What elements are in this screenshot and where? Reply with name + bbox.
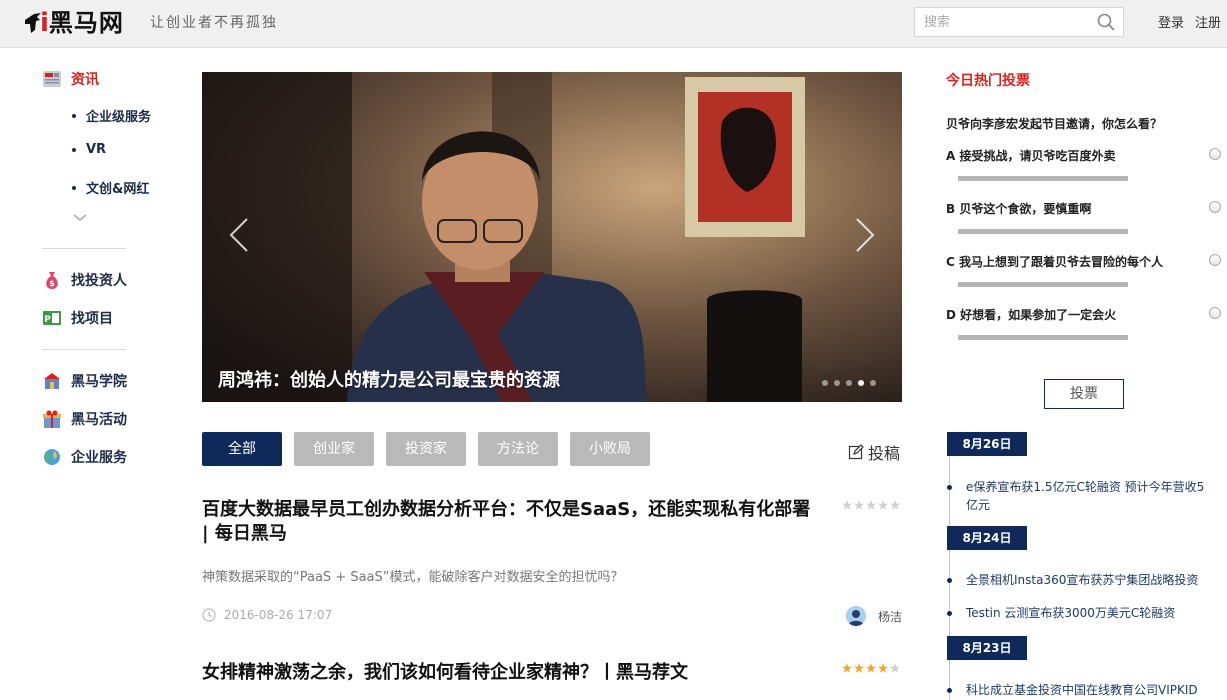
article-desc: 神策数据采取的“PaaS + SaaS”模式，能破除客户对数据安全的担忧吗？ [202,570,624,585]
sidebar-item-label: 找项目 [71,311,113,327]
carousel-next-icon[interactable] [854,217,876,253]
vote-radio-c[interactable] [1209,254,1221,266]
carousel-dot[interactable] [846,380,852,386]
vote-submit-button[interactable]: 投票 [1044,379,1124,409]
banner-caption[interactable]: 周鸿祎：创始人的精力是公司最宝贵的资源 [218,366,560,392]
carousel-dot[interactable] [870,380,876,386]
carousel-prev-icon[interactable] [228,217,250,253]
star-empty-icon [890,663,900,673]
timeline-date: 8月23日 [947,636,1027,660]
sidebar-item-label: 找投资人 [71,273,127,289]
chevron-down-icon[interactable] [73,214,87,222]
vote-option-d[interactable]: D 好想看，如果参加了一定会火 [946,306,1116,323]
vote-heading: 今日热门投票 [946,73,1030,89]
timeline-news-item[interactable]: 全景相机Insta360宣布获苏宁集团战略投资 [947,571,1206,589]
carousel-dots [822,380,876,386]
submit-post-label: 投稿 [868,444,901,463]
sidebar-item-enterprise-service[interactable]: 企业服务 [42,447,127,467]
gift-icon [43,410,61,428]
tab-investor[interactable]: 投资家 [386,432,466,466]
project-icon: P [43,311,61,325]
hero-carousel[interactable]: 周鸿祎：创始人的精力是公司最宝贵的资源 [202,72,902,402]
carousel-dot[interactable] [834,380,840,386]
sidebar-item-events[interactable]: 黑马活动 [42,409,127,429]
author-name: 杨洁 [878,609,903,624]
sidebar-item-investors[interactable]: $ 找投资人 [42,270,127,290]
sidebar-item-label: 黑马学院 [71,374,127,390]
money-bag-icon: $ [46,272,58,289]
tab-entrepreneur[interactable]: 创业家 [294,432,374,466]
vote-option-bar [958,282,1128,287]
star-filled-icon [842,663,852,673]
school-icon [44,373,60,389]
edit-icon [848,444,864,460]
clock-icon [202,608,216,622]
article-time-text: 2016-08-26 17:07 [224,608,333,622]
sidebar-item-academy[interactable]: 黑马学院 [42,371,127,391]
horse-logo-icon [25,13,41,33]
login-link[interactable]: 登录 [1158,12,1184,31]
timeline-news-item[interactable]: Testin 云测宣布获3000万美元C轮融资 [947,604,1206,622]
rating-stars [842,663,900,673]
timeline-news-item[interactable]: e保养宣布获1.5亿元C轮融资 预计今年营收5亿元 [947,478,1206,514]
site-logo[interactable]: i 黑马网 [22,8,124,38]
vote-option-bar [958,229,1128,234]
vote-radio-d[interactable] [1209,307,1221,319]
carousel-dot[interactable] [822,380,828,386]
vote-option-a[interactable]: A 接受挑战，请贝爷吃百度外卖 [946,147,1115,164]
vote-question: 贝爷向李彦宏发起节目邀请，你怎么看？ [946,117,1163,131]
avatar [846,606,866,626]
star-filled-icon [866,663,876,673]
vote-option-b[interactable]: B 贝爷这个食欲，要慎重啊 [946,200,1091,217]
sidebar-sub-enterprise[interactable]: 企业级服务 [72,106,151,125]
slogan: 让创业者不再孤独 [150,15,278,31]
top-header: i 黑马网 让创业者不再孤独 登录 注册 [0,0,1227,48]
sidebar-item-news[interactable]: 资讯 [42,69,99,89]
article-time: 2016-08-26 17:07 [202,608,332,622]
star-filled-icon [878,663,888,673]
sidebar-sub-culture[interactable]: 文创&网红 [72,178,149,197]
sidebar-item-label: 黑马活动 [71,412,127,428]
timeline-news-item[interactable]: 科比成立基金投资中国在线教育公司VIPKID [947,681,1206,699]
search-box [914,7,1124,37]
vote-option-c[interactable]: C 我马上想到了跟着贝爷去冒险的每个人 [946,253,1163,270]
sidebar-item-projects[interactable]: P 找项目 [42,308,113,328]
globe-icon [44,449,60,465]
star-empty-icon [890,500,900,510]
vote-radio-b[interactable] [1209,201,1221,213]
tab-methodology[interactable]: 方法论 [478,432,558,466]
register-link[interactable]: 注册 [1195,12,1221,31]
rating-stars [842,500,900,510]
search-icon[interactable] [1097,13,1115,31]
star-filled-icon [854,663,864,673]
star-empty-icon [842,500,852,510]
star-empty-icon [878,500,888,510]
submit-post-button[interactable]: 投稿 [848,440,900,464]
vote-radio-a[interactable] [1209,148,1221,160]
news-icon [43,71,61,87]
vote-option-bar [958,335,1128,340]
article-title[interactable]: 百度大数据最早员工创办数据分析平台：不仅是SaaS，还能实现私有化部署 | 每日… [202,498,812,546]
article-title[interactable]: 女排精神激荡之余，我们该如何看待企业家精神？丨黑马荐文 [202,661,812,685]
article-author[interactable]: 杨洁 [846,606,902,626]
star-empty-icon [854,500,864,510]
star-empty-icon [866,500,876,510]
sidebar-sub-vr[interactable]: VR [72,142,106,157]
svg-text:$: $ [49,279,55,288]
carousel-dot-active[interactable] [858,380,864,386]
sidebar-item-label: 资讯 [71,72,99,88]
timeline-date: 8月24日 [947,526,1027,550]
vote-option-bar [958,176,1128,181]
logo-text: 黑马网 [48,9,124,37]
search-input[interactable] [915,8,1085,36]
sidebar-divider [42,248,126,249]
tab-all[interactable]: 全部 [202,432,282,466]
hero-image [202,72,902,402]
svg-text:P: P [44,315,51,325]
timeline-date: 8月26日 [947,432,1027,456]
tab-failure-cases[interactable]: 小败局 [570,432,650,466]
sidebar-item-label: 企业服务 [71,450,127,466]
sidebar-divider [42,349,126,350]
